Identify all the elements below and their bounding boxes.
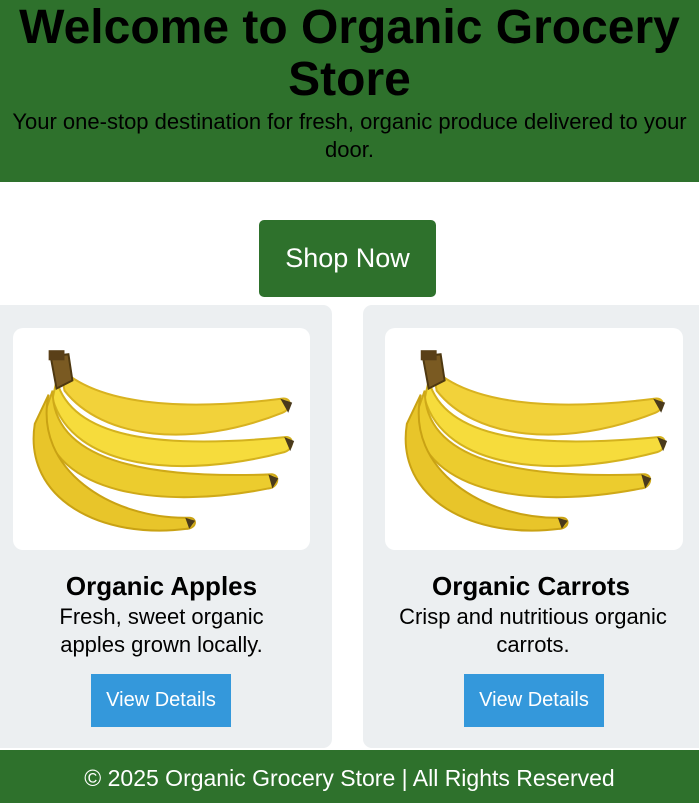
product-card-carrots: Organic Carrots Crisp and nutritious org… [363, 305, 699, 748]
banana-bunch-image [32, 350, 295, 532]
banana-bunch-image [404, 350, 668, 532]
product-name: Organic Apples [65, 571, 258, 601]
view-details-button[interactable]: View Details [91, 674, 231, 727]
page-title: Welcome to Organic Grocery Store [19, 1, 680, 106]
product-image [13, 328, 310, 550]
footer-text: © 2025 Organic Grocery Store | All Right… [84, 765, 615, 791]
product-image [385, 328, 683, 550]
shop-now-button[interactable]: Shop Now [259, 220, 436, 297]
page-tagline: Your one-stop destination for fresh, org… [12, 109, 687, 162]
product-description: Crisp and nutritious organic carrots. [399, 604, 667, 657]
product-name: Organic Carrots [432, 571, 630, 601]
view-details-button[interactable]: View Details [464, 674, 604, 727]
product-description: Fresh, sweet organic apples grown locall… [59, 604, 264, 657]
page: Welcome to Organic Grocery Store Your on… [0, 0, 699, 803]
site-footer: © 2025 Organic Grocery Store | All Right… [0, 750, 699, 803]
site-header: Welcome to Organic Grocery Store Your on… [0, 0, 699, 182]
product-card-apples: Organic Apples Fresh, sweet organic appl… [0, 305, 332, 748]
